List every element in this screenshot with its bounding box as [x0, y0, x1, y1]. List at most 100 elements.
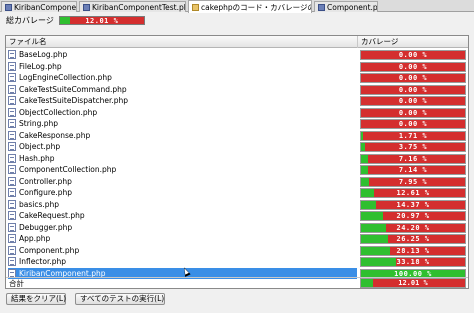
file-name: String.php	[19, 119, 59, 129]
file-cell[interactable]: FileLog.php	[8, 61, 357, 73]
table-row[interactable]: Debugger.php 24.20 %	[6, 222, 468, 234]
file-name: Object.php	[19, 142, 61, 152]
table-row[interactable]: basics.php 14.37 %	[6, 199, 468, 211]
table-row[interactable]: Object.php 3.75 %	[6, 141, 468, 153]
total-coverage-bar: 12.01 %	[360, 278, 466, 288]
coverage-bar: 0.00 %	[360, 61, 466, 72]
php-file-icon	[8, 73, 16, 83]
file-name: CakeResponse.php	[19, 130, 91, 140]
file-name: ComponentCollection.php	[19, 165, 117, 175]
coverage-percent: 7.95 %	[398, 177, 428, 186]
tab-component[interactable]: Component.php	[314, 1, 378, 12]
table-header: ファイル名 カバレージ	[6, 36, 468, 48]
table-row[interactable]: String.php 0.00 %	[6, 118, 468, 130]
coverage-bar: 28.13 %	[360, 245, 466, 256]
table-row[interactable]: CakeResponse.php 1.71 %	[6, 130, 468, 142]
table-row[interactable]: LogEngineCollection.php 0.00 %	[6, 72, 468, 84]
table-row[interactable]: Component.php 28.13 %	[6, 245, 468, 257]
coverage-percent: 1.71 %	[398, 131, 428, 140]
php-file-icon	[8, 234, 16, 244]
php-file-icon	[8, 188, 16, 198]
table-row[interactable]: BaseLog.php 0.00 %	[6, 49, 468, 61]
file-cell[interactable]: LogEngineCollection.php	[8, 72, 357, 84]
column-header-file[interactable]: ファイル名	[6, 36, 358, 48]
coverage-bar: 26.25 %	[360, 234, 466, 244]
file-name: Inflector.php	[19, 257, 67, 267]
run-all-tests-button[interactable]: すべてのテストの実行(L)	[75, 293, 165, 305]
file-name: ObjectCollection.php	[19, 107, 98, 117]
coverage-bar: 24.20 %	[360, 222, 466, 233]
total-coverage-summary: 総カバレージ 12.01 %	[6, 15, 145, 25]
table-row[interactable]: Configure.php 12.61 %	[6, 187, 468, 199]
table-row[interactable]: ObjectCollection.php 0.00 %	[6, 107, 468, 119]
coverage-percent: 0.00 %	[398, 120, 428, 128]
file-cell[interactable]: basics.php	[8, 199, 357, 211]
coverage-bar: 7.95 %	[360, 176, 466, 187]
table-row[interactable]: FileLog.php 0.00 %	[6, 61, 468, 73]
tab-coverage-report[interactable]: cakephpのコード・カバレージのレポート	[188, 0, 312, 13]
php-file-icon	[8, 84, 16, 94]
php-file-icon	[8, 130, 16, 140]
coverage-bar: 0.00 %	[360, 84, 466, 95]
php-file-icon	[8, 257, 16, 267]
file-cell[interactable]: CakeRequest.php	[8, 210, 357, 222]
table-row[interactable]: CakeTestSuiteCommand.php 0.00 %	[6, 84, 468, 96]
tab-label: Component.php	[327, 2, 378, 12]
php-file-icon	[5, 3, 12, 11]
file-cell[interactable]: Configure.php	[8, 187, 357, 199]
file-cell[interactable]: CakeTestSuiteCommand.php	[8, 84, 357, 96]
coverage-bar: 12.61 %	[360, 188, 466, 198]
php-file-icon	[8, 211, 16, 221]
file-name: Hash.php	[19, 153, 55, 163]
table-row[interactable]: App.php 26.25 %	[6, 233, 468, 245]
php-file-icon	[8, 107, 16, 117]
coverage-bar: 0.00 %	[360, 50, 466, 60]
file-cell[interactable]: CakeResponse.php	[8, 130, 357, 142]
coverage-bar: 1.71 %	[360, 130, 466, 141]
file-cell[interactable]: BaseLog.php	[8, 49, 357, 61]
file-cell[interactable]: Controller.php	[8, 176, 357, 188]
file-cell[interactable]: Hash.php	[8, 153, 357, 165]
file-cell[interactable]: App.php	[8, 233, 357, 245]
table-row[interactable]: CakeTestSuiteDispatcher.php 0.00 %	[6, 95, 468, 107]
file-name: Configure.php	[19, 188, 73, 198]
coverage-percent: 0.00 %	[398, 97, 428, 105]
file-cell[interactable]: Inflector.php	[8, 256, 357, 268]
table-row[interactable]: Controller.php 7.95 %	[6, 176, 468, 188]
coverage-percent: 26.25 %	[396, 235, 430, 243]
file-name: LogEngineCollection.php	[19, 73, 112, 83]
file-cell[interactable]: Object.php	[8, 141, 357, 153]
tab-label: KiribanComponentTest.php	[92, 2, 186, 12]
table-row[interactable]: Hash.php 7.16 %	[6, 153, 468, 165]
total-label: 合計	[9, 279, 24, 288]
coverage-percent: 28.13 %	[396, 246, 430, 255]
file-cell[interactable]: Component.php	[8, 245, 357, 257]
php-file-icon	[8, 50, 16, 60]
column-header-coverage[interactable]: カバレージ	[358, 36, 468, 48]
report-icon	[192, 3, 199, 11]
coverage-bar: 7.14 %	[360, 165, 466, 175]
file-name: CakeTestSuiteDispatcher.php	[19, 96, 129, 106]
coverage-percent: 3.75 %	[398, 143, 428, 151]
php-file-icon	[8, 199, 16, 209]
coverage-bar: 0.00 %	[360, 73, 466, 83]
php-file-icon	[8, 96, 16, 106]
table-body: BaseLog.php 0.00 % FileLog.php 0.00 % LogEng…	[6, 49, 468, 279]
php-file-icon	[8, 245, 16, 255]
file-cell[interactable]: CakeTestSuiteDispatcher.php	[8, 95, 357, 107]
file-name: App.php	[19, 234, 51, 244]
file-cell[interactable]: ObjectCollection.php	[8, 107, 357, 119]
php-file-icon	[8, 222, 16, 232]
php-file-icon	[83, 3, 90, 11]
file-cell[interactable]: String.php	[8, 118, 357, 130]
file-cell[interactable]: Debugger.php	[8, 222, 357, 234]
table-row[interactable]: CakeRequest.php 20.97 %	[6, 210, 468, 222]
tab-kiriban-component-test[interactable]: KiribanComponentTest.php	[79, 1, 186, 12]
table-row[interactable]: ComponentCollection.php 7.14 %	[6, 164, 468, 176]
file-cell[interactable]: ComponentCollection.php	[8, 164, 357, 176]
coverage-percent: 0.00 %	[398, 74, 428, 82]
php-file-icon	[318, 3, 325, 11]
clear-results-button[interactable]: 結果をクリア(L)	[6, 293, 66, 305]
tab-kiriban-component[interactable]: KiribanComponent.php	[1, 1, 77, 12]
table-row[interactable]: Inflector.php 33.18 %	[6, 256, 468, 268]
